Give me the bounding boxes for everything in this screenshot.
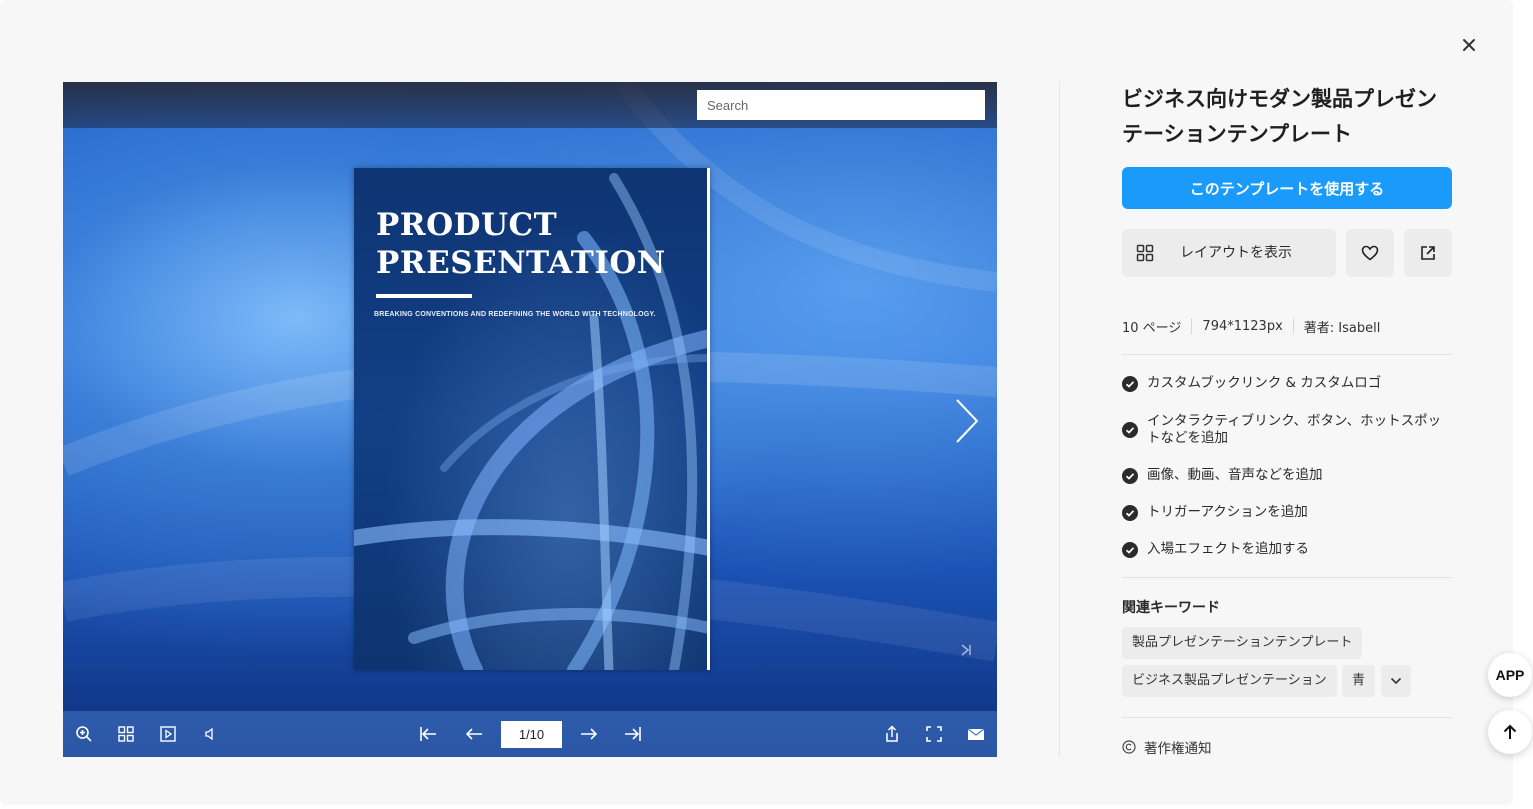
last-page-mini-icon [961,644,971,656]
thumbnails-icon [118,726,134,742]
app-label: APP [1495,667,1525,683]
viewer-toolbar: 1/10 [63,711,997,757]
first-page-button[interactable] [417,723,439,745]
check-circle-icon [1122,376,1138,392]
email-icon [967,728,985,740]
email-button[interactable] [965,723,987,745]
fullscreen-icon [926,726,942,742]
keyword-tag[interactable]: 青 [1342,665,1376,697]
copyright-label: 著作権通知 [1144,741,1212,757]
meta-separator [1292,318,1294,334]
autoplay-button[interactable] [157,723,179,745]
next-page-arrow[interactable] [951,396,981,446]
meta-separator [1191,318,1193,334]
feature-item: 入場エフェクトを追加する [1122,541,1452,558]
close-button[interactable] [1458,34,1480,56]
divider [1122,717,1452,718]
last-page-icon [625,727,641,741]
search-input[interactable] [697,90,985,120]
prev-page-icon [465,728,482,740]
use-template-button[interactable]: このテンプレートを使用する [1122,167,1452,209]
view-layout-label: レイアウトを表示 [1180,245,1292,261]
share-button[interactable] [881,723,903,745]
close-icon [1463,39,1475,51]
page-count: 10 ページ [1122,320,1182,336]
more-keywords-button[interactable] [1381,665,1411,697]
feature-item: 画像、動画、音声などを追加 [1122,467,1452,484]
author: 著者: Isabell [1303,320,1381,336]
feature-text: カスタムブックリンク & カスタムロゴ [1147,375,1382,391]
thumbnails-button[interactable] [115,723,137,745]
check-circle-icon [1122,422,1138,438]
next-page-button[interactable] [578,723,600,745]
feature-item: トリガーアクションを追加 [1122,504,1452,521]
cover-divider [376,294,472,298]
view-layout-button[interactable]: レイアウトを表示 [1122,229,1336,277]
autoplay-icon [160,726,176,742]
first-page-icon [420,727,436,741]
feature-text: 入場エフェクトを追加する [1147,541,1309,557]
back-to-top-button[interactable] [1488,710,1532,754]
cover-subtitle: BREAKING CONVENTIONS AND REDEFINING THE … [374,311,656,318]
template-preview-modal: PRODUCT PRESENTATION BREAKING CONVENTION… [0,0,1513,805]
check-circle-icon [1122,542,1138,558]
share-icon [886,725,898,742]
check-circle-icon [1122,505,1138,521]
last-page-button[interactable] [622,723,644,745]
sound-icon [205,727,213,741]
divider [1122,354,1452,355]
panel-divider [1059,82,1060,757]
feature-text: インタラクティブリンク、ボタン、ホットスポットなどを追加 [1147,413,1442,446]
template-meta: 10 ページ 794*1123px 著者: Isabell [1122,316,1380,336]
feature-item: インタラクティブリンク、ボタン、ホットスポットなどを追加 [1122,413,1452,447]
feature-text: 画像、動画、音声などを追加 [1147,467,1323,483]
page-edge [707,168,710,670]
sound-button[interactable] [199,723,221,745]
keyword-tag[interactable]: ビジネス製品プレゼンテーション [1122,665,1337,697]
feature-text: トリガーアクションを追加 [1147,504,1308,520]
check-circle-icon [1122,468,1138,484]
prev-page-button[interactable] [463,723,485,745]
heart-icon [1361,245,1379,261]
keyword-tag[interactable]: 製品プレゼンテーションテンプレート [1122,627,1363,659]
feature-item: カスタムブックリンク & カスタムロゴ [1122,375,1452,392]
keywords-heading: 関連キーワード [1122,600,1220,616]
favorite-button[interactable] [1346,229,1394,277]
divider [1122,577,1452,578]
copyright-icon [1122,740,1136,754]
app-button[interactable]: APP [1488,653,1532,697]
zoom-in-icon [76,726,92,742]
chevron-down-icon [1390,677,1402,685]
chevron-right-icon [956,399,979,443]
external-link-icon [1421,246,1435,260]
page-size: 794*1123px [1202,318,1283,334]
zoom-in-button[interactable] [73,723,95,745]
copyright-notice-link[interactable]: 著作権通知 [1122,737,1212,757]
book-cover-page[interactable]: PRODUCT PRESENTATION BREAKING CONVENTION… [354,168,710,670]
viewer-top-bar [63,82,997,128]
next-page-icon [581,728,598,740]
fullscreen-button[interactable] [923,723,945,745]
open-external-button[interactable] [1404,229,1452,277]
flipbook-viewer: PRODUCT PRESENTATION BREAKING CONVENTION… [63,82,997,757]
jump-last-mini-button[interactable] [959,642,973,656]
arrow-up-icon [1503,724,1517,739]
cover-title: PRODUCT PRESENTATION [376,207,666,281]
template-title: ビジネス向けモダン製品プレゼンテーションテンプレート [1122,87,1437,146]
page-number-input[interactable]: 1/10 [501,721,562,748]
